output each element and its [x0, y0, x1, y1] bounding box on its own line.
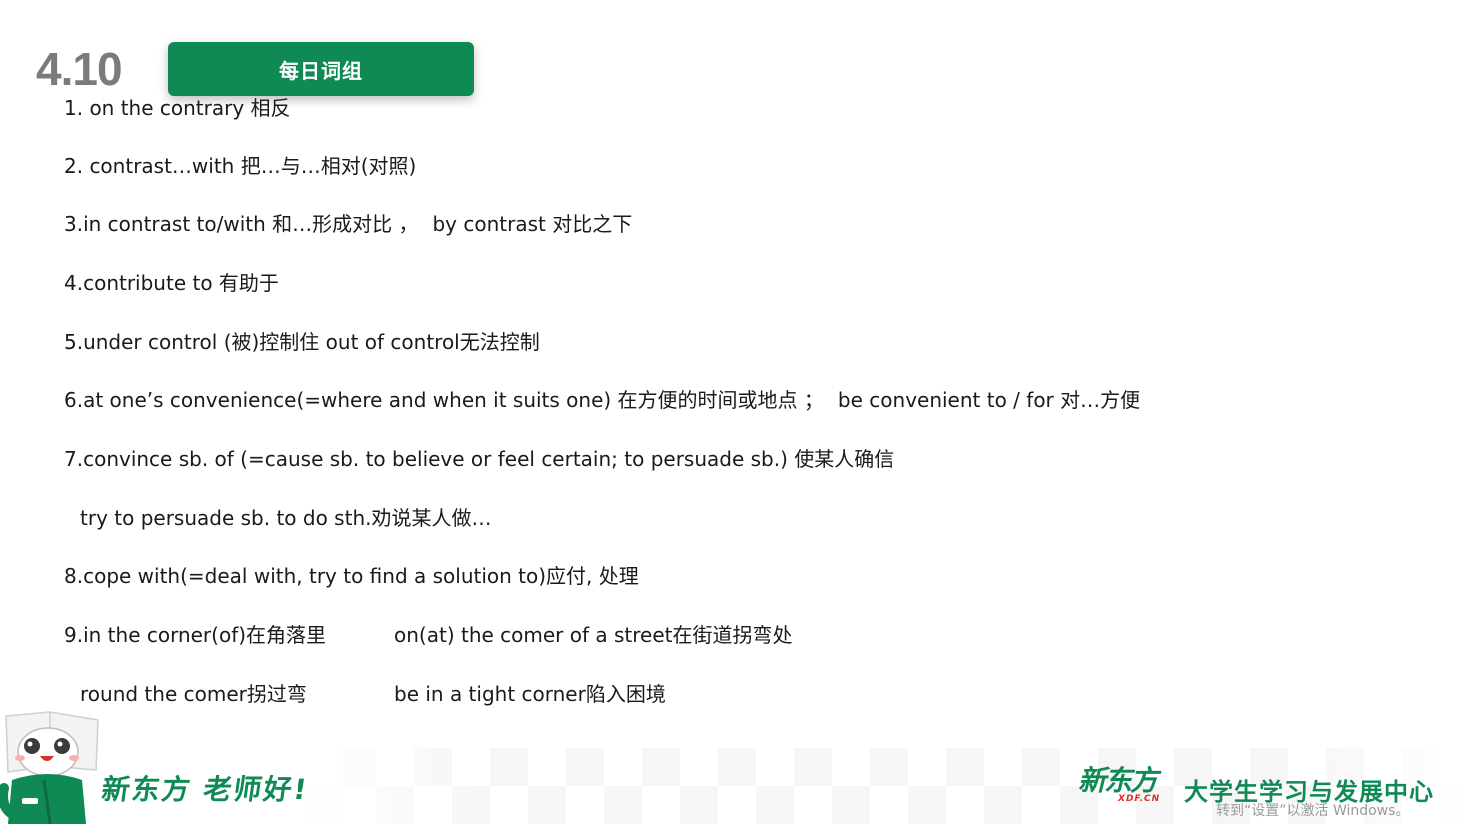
- logo-cn-text: 新东方: [1078, 764, 1158, 797]
- date-label: 4.10: [36, 43, 123, 95]
- phrase-item-4: 4.contribute to 有助于: [64, 271, 279, 295]
- phrase-item-7-sub: try to persuade sb. to do sth.劝说某人做…: [80, 506, 492, 530]
- logo-en-text: XDF.CN: [1118, 794, 1161, 804]
- phrase-item-8: 8.cope with(=deal with, try to find a so…: [64, 564, 639, 588]
- mascot-icon: [0, 711, 99, 824]
- slogan-text: 新东方 老师好!: [99, 773, 311, 806]
- phrase-item-9-extra: on(at) the comer of a street在街道拐弯处: [394, 623, 793, 647]
- phrase-item-2: 2. contrast…with 把…与…相对(对照): [64, 154, 417, 178]
- phrase-item-7: 7.convince sb. of (=cause sb. to believe…: [64, 447, 895, 471]
- phrase-item-5: 5.under control (被)控制住 out of control无法控…: [64, 330, 540, 354]
- title-badge: 每日词组: [168, 42, 474, 96]
- phrase-item-3: 3.in contrast to/with 和…形成对比 ， by contras…: [64, 212, 633, 236]
- title-text: 每日词组: [279, 58, 363, 83]
- windows-activation-watermark: 转到“设置”以激活 Windows。: [1216, 803, 1410, 819]
- phrase-item-1: 1. on the contrary 相反: [64, 96, 291, 120]
- phrase-item-9-sub: round the comer拐过弯: [80, 682, 307, 706]
- phrase-item-6: 6.at one’s convenience(=where and when i…: [64, 388, 1141, 412]
- phrase-item-9-sub-extra: be in a tight corner陷入困境: [394, 682, 666, 706]
- xdf-logo: 新东方 XDF.CN: [1078, 766, 1168, 806]
- phrase-item-9: 9.in the corner(of)在角落里: [64, 623, 327, 647]
